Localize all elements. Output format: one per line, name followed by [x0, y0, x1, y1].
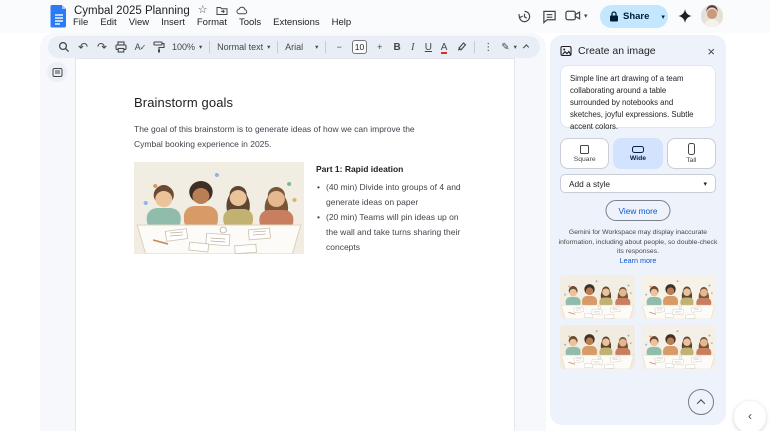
toolbar-divider	[209, 41, 210, 53]
create-image-panel: Create an image × Simple line art drawin…	[550, 35, 726, 425]
italic-button[interactable]: I	[408, 42, 417, 53]
share-label: Share	[623, 11, 649, 22]
create-image-icon	[560, 45, 572, 57]
comments-icon[interactable]	[541, 8, 558, 25]
doc-side-column: Part 1: Rapid ideation •(40 min) Divide …	[316, 162, 466, 255]
avatar[interactable]	[701, 5, 723, 27]
redo-icon[interactable]: ↷	[96, 39, 108, 55]
toolbar-divider	[325, 41, 326, 53]
aspect-option-square[interactable]: Square	[560, 138, 609, 169]
menu-insert[interactable]: Insert	[155, 16, 191, 30]
move-folder-icon[interactable]	[216, 5, 228, 17]
toolbar-divider	[474, 41, 475, 53]
document-title[interactable]: Cymbal 2025 Planning	[74, 5, 190, 17]
docs-logo-icon[interactable]	[50, 4, 68, 28]
decrease-font-size-button[interactable]: −	[333, 39, 345, 55]
more-options-icon[interactable]: ⋮	[482, 39, 494, 55]
cloud-status-icon[interactable]	[236, 5, 248, 17]
video-camera-icon	[565, 8, 581, 23]
toolbar-divider	[277, 41, 278, 53]
toolbar: ↶ ↷ A✓ 100%▾ Normal text▾ Arial▾ − 10 + …	[48, 36, 540, 58]
text-color-button[interactable]: A	[440, 42, 449, 53]
doc-content-row: Part 1: Rapid ideation •(40 min) Divide …	[134, 162, 466, 255]
generated-image-3[interactable]	[560, 325, 635, 369]
document-page[interactable]: Brainstorm goals The goal of this brains…	[75, 58, 515, 431]
share-button[interactable]: Share ▾	[600, 5, 668, 28]
version-history-icon[interactable]	[516, 8, 533, 25]
menu-bar: File Edit View Insert Format Tools Exten…	[67, 16, 357, 30]
collapse-toolbar-icon[interactable]	[523, 44, 529, 50]
panel-title: Create an image	[578, 45, 698, 57]
menu-file[interactable]: File	[67, 16, 94, 30]
prompt-input[interactable]: Simple line art drawing of a team collab…	[560, 65, 716, 128]
lock-icon	[609, 11, 619, 22]
view-more-button[interactable]: View more	[605, 200, 670, 221]
chevron-left-icon: ‹	[748, 409, 752, 423]
pen-icon: ✎	[501, 42, 509, 53]
collapse-panel-button[interactable]: ‹	[734, 401, 766, 431]
close-icon[interactable]: ×	[704, 45, 718, 58]
tall-shape-icon	[688, 143, 695, 155]
paragraph-style-select[interactable]: Normal text▾	[217, 42, 270, 52]
wide-shape-icon	[632, 146, 644, 153]
top-bar: Cymbal 2025 Planning ☆ File Edit View In…	[0, 0, 770, 33]
meet-button[interactable]: ▾	[565, 8, 588, 23]
document-outline-button[interactable]	[47, 62, 67, 82]
doc-intro-paragraph: The goal of this brainstorm is to genera…	[134, 122, 430, 152]
square-shape-icon	[580, 145, 589, 154]
document-area: ↶ ↷ A✓ 100%▾ Normal text▾ Arial▾ − 10 + …	[40, 33, 546, 431]
generated-image-4[interactable]	[641, 325, 716, 369]
aspect-option-wide[interactable]: Wide	[613, 138, 662, 169]
menu-help[interactable]: Help	[326, 16, 358, 30]
spellcheck-icon[interactable]: A✓	[134, 39, 146, 55]
font-size-input[interactable]: 10	[352, 40, 367, 54]
gemini-disclaimer: Gemini for Workspace may display inaccur…	[558, 228, 718, 257]
menu-extensions[interactable]: Extensions	[267, 16, 325, 30]
underline-button[interactable]: U	[424, 42, 433, 53]
share-caret-icon[interactable]: ▾	[655, 13, 671, 21]
font-family-select[interactable]: Arial▾	[285, 42, 318, 52]
search-icon[interactable]	[58, 39, 70, 55]
chevron-up-icon	[697, 399, 705, 407]
menu-format[interactable]: Format	[191, 16, 233, 30]
star-icon[interactable]: ☆	[198, 5, 208, 16]
scroll-to-top-button[interactable]	[688, 389, 714, 415]
aspect-ratio-group: Square Wide Tall	[560, 138, 716, 169]
aspect-option-tall[interactable]: Tall	[667, 138, 716, 169]
generated-image-1[interactable]	[560, 275, 635, 319]
doc-bullet-item: •(40 min) Divide into groups of 4 and ge…	[316, 180, 466, 210]
doc-section-title: Part 1: Rapid ideation	[316, 164, 466, 174]
gemini-icon[interactable]	[676, 7, 693, 24]
undo-icon[interactable]: ↶	[77, 39, 89, 55]
meet-caret-icon[interactable]: ▾	[584, 12, 588, 20]
chevron-down-icon: ▾	[703, 180, 707, 188]
menu-tools[interactable]: Tools	[233, 16, 267, 30]
bold-button[interactable]: B	[393, 42, 402, 53]
doc-inline-image[interactable]	[134, 162, 304, 254]
generated-image-2[interactable]	[641, 275, 716, 319]
doc-bullet-item: •(20 min) Teams will pin ideas up on the…	[316, 210, 466, 255]
menu-edit[interactable]: Edit	[94, 16, 122, 30]
increase-font-size-button[interactable]: +	[374, 39, 386, 55]
highlight-icon[interactable]	[455, 39, 467, 55]
zoom-select[interactable]: 100%▾	[172, 42, 202, 52]
google-docs-window: Cymbal 2025 Planning ☆ File Edit View In…	[0, 0, 770, 431]
learn-more-link[interactable]: Learn more	[550, 256, 726, 265]
panel-header: Create an image ×	[560, 43, 718, 59]
style-select[interactable]: Add a style ▾	[560, 174, 716, 193]
editing-mode-button[interactable]: ✎▾	[501, 42, 517, 53]
menu-view[interactable]: View	[123, 16, 155, 30]
paint-format-icon[interactable]	[153, 39, 165, 55]
doc-heading: Brainstorm goals	[134, 95, 233, 110]
generated-images-grid	[560, 275, 716, 369]
doc-bullet-list: •(40 min) Divide into groups of 4 and ge…	[316, 180, 466, 255]
print-icon[interactable]	[115, 39, 127, 55]
